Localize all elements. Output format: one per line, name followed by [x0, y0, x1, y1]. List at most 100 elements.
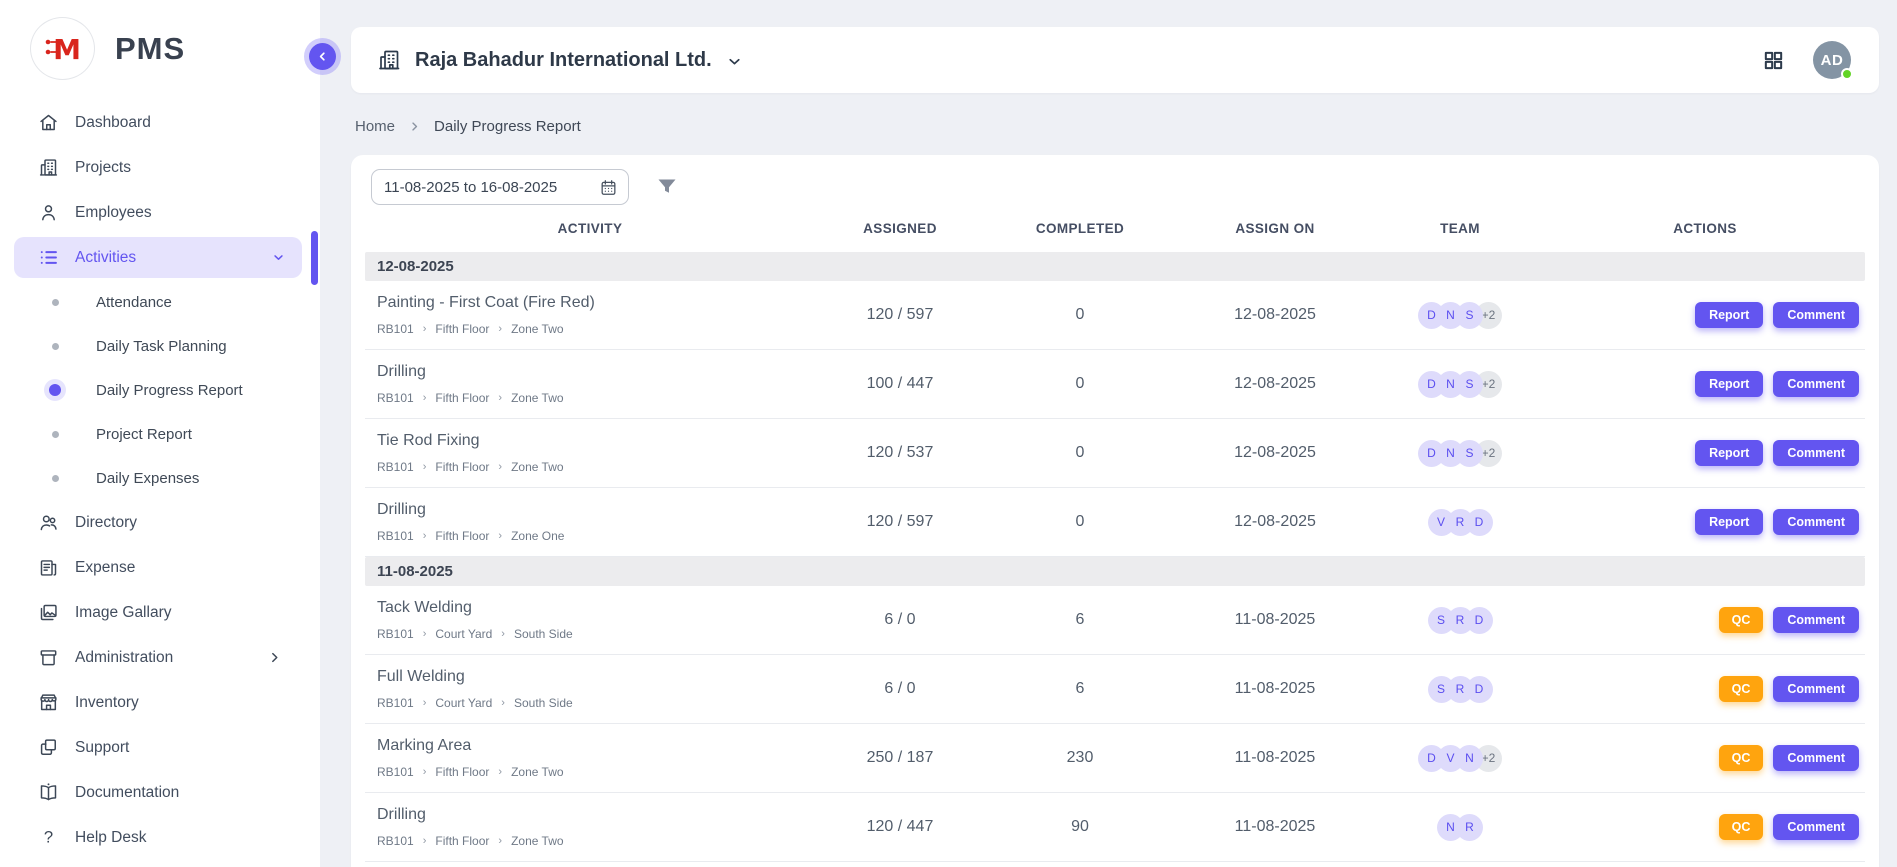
qc-button[interactable]: QC: [1719, 745, 1764, 771]
sidebar-item-label: Support: [75, 739, 129, 757]
svg-text:?: ?: [44, 827, 53, 846]
table-row: Tack Welding RB101›Court Yard›South Side…: [365, 586, 1865, 655]
sidebar-item-administration[interactable]: Administration: [0, 635, 320, 680]
path-segment: Zone Two: [511, 460, 563, 474]
team-avatar[interactable]: V: [1428, 509, 1455, 536]
app-name: PMS: [115, 31, 185, 67]
sidebar-subitem-daily-expenses[interactable]: Daily Expenses: [0, 456, 320, 500]
sidebar-subitem-daily-task-planning[interactable]: Daily Task Planning: [0, 324, 320, 368]
table-row: Full Welding RB101›Court Yard›South Side…: [365, 655, 1865, 724]
column-header-actions: ACTIONS: [1545, 221, 1865, 252]
row-actions: Report Comment: [1545, 302, 1865, 328]
sidebar-subitem-attendance[interactable]: Attendance: [0, 280, 320, 324]
completed-value: 0: [985, 375, 1175, 393]
path-separator-icon: ›: [501, 697, 505, 709]
team-avatar[interactable]: S: [1428, 607, 1455, 634]
store-icon: [38, 692, 59, 713]
date-range-input[interactable]: 11-08-2025 to 16-08-2025: [371, 169, 629, 205]
sidebar-collapse-button[interactable]: [309, 43, 336, 70]
sidebar-item-activities[interactable]: Activities: [14, 237, 302, 278]
breadcrumb-item-home[interactable]: Home: [355, 118, 395, 135]
comment-button[interactable]: Comment: [1773, 440, 1859, 466]
activity-cell: Tack Welding RB101›Court Yard›South Side: [365, 599, 815, 641]
comment-button[interactable]: Comment: [1773, 302, 1859, 328]
team-avatar[interactable]: D: [1418, 745, 1445, 772]
qc-button[interactable]: QC: [1719, 607, 1764, 633]
sidebar-item-support[interactable]: Support: [0, 725, 320, 770]
sidebar-item-inventory[interactable]: Inventory: [0, 680, 320, 725]
row-actions: Report Comment: [1545, 509, 1865, 535]
sidebar-subitem-daily-progress-report[interactable]: Daily Progress Report: [0, 368, 320, 412]
path-segment: RB101: [377, 391, 414, 405]
sidebar-item-label: Employees: [75, 204, 152, 222]
path-segment: RB101: [377, 460, 414, 474]
receipt-icon: [38, 557, 59, 578]
filter-funnel-icon[interactable]: [655, 175, 679, 199]
activity-title: Full Welding: [377, 668, 815, 686]
report-button[interactable]: Report: [1695, 371, 1763, 397]
bullet-icon: [48, 299, 62, 306]
comment-button[interactable]: Comment: [1773, 607, 1859, 633]
bullet-icon: [48, 475, 62, 482]
sidebar-item-projects[interactable]: Projects: [0, 145, 320, 190]
comment-button[interactable]: Comment: [1773, 745, 1859, 771]
qc-button[interactable]: QC: [1719, 676, 1764, 702]
book-icon: [38, 782, 59, 803]
path-segment: Court Yard: [435, 696, 492, 710]
activity-path: RB101›Fifth Floor›Zone Two: [377, 391, 815, 405]
sidebar-item-expense[interactable]: Expense: [0, 545, 320, 590]
app-logo: M PMS: [0, 0, 320, 90]
sidebar-item-directory[interactable]: Directory: [0, 500, 320, 545]
path-segment: Zone Two: [511, 391, 563, 405]
path-separator-icon: ›: [423, 323, 427, 335]
path-segment: RB101: [377, 529, 414, 543]
qc-button[interactable]: QC: [1719, 814, 1764, 840]
path-segment: RB101: [377, 696, 414, 710]
team-avatar[interactable]: N: [1437, 814, 1464, 841]
sidebar-item-documentation[interactable]: Documentation: [0, 770, 320, 815]
comment-button[interactable]: Comment: [1773, 676, 1859, 702]
active-nav-indicator: [311, 231, 318, 285]
activity-title: Drilling: [377, 806, 815, 824]
team-avatar[interactable]: D: [1418, 302, 1445, 329]
path-segment: Fifth Floor: [435, 322, 489, 336]
sidebar-item-employees[interactable]: Employees: [0, 190, 320, 235]
completed-value: 0: [985, 513, 1175, 531]
comment-button[interactable]: Comment: [1773, 814, 1859, 840]
column-header-completed: COMPLETED: [985, 221, 1175, 252]
assign-on-value: 12-08-2025: [1175, 306, 1375, 324]
comment-button[interactable]: Comment: [1773, 371, 1859, 397]
team-avatar[interactable]: D: [1418, 371, 1445, 398]
assigned-value: 120 / 597: [815, 306, 985, 324]
group-date-label: 11-08-2025: [377, 563, 453, 580]
activity-title: Painting - First Coat (Fire Red): [377, 294, 815, 312]
path-segment: Court Yard: [435, 627, 492, 641]
activity-path: RB101›Fifth Floor›Zone Two: [377, 460, 815, 474]
report-button[interactable]: Report: [1695, 509, 1763, 535]
path-separator-icon: ›: [498, 392, 502, 404]
team-avatars: DNS+2: [1375, 302, 1545, 329]
comment-button[interactable]: Comment: [1773, 509, 1859, 535]
sidebar-item-help-desk[interactable]: ? Help Desk: [0, 815, 320, 860]
team-avatars: SRD: [1375, 676, 1545, 703]
apps-grid-icon[interactable]: [1762, 49, 1785, 72]
company-selector[interactable]: Raja Bahadur International Ltd.: [377, 48, 743, 72]
path-separator-icon: ›: [423, 392, 427, 404]
user-avatar[interactable]: AD: [1813, 41, 1851, 79]
activity-path: RB101›Fifth Floor›Zone Two: [377, 765, 815, 779]
path-separator-icon: ›: [498, 530, 502, 542]
bullet-icon: [48, 343, 62, 350]
team-avatar[interactable]: S: [1428, 676, 1455, 703]
sidebar-item-dashboard[interactable]: Dashboard: [0, 100, 320, 145]
assign-on-value: 11-08-2025: [1175, 749, 1375, 767]
report-button[interactable]: Report: [1695, 440, 1763, 466]
sidebar-item-label: Projects: [75, 159, 131, 177]
sidebar-subitem-project-report[interactable]: Project Report: [0, 412, 320, 456]
sidebar-item-image-gallary[interactable]: Image Gallary: [0, 590, 320, 635]
row-actions: QC Comment: [1545, 814, 1865, 840]
team-avatar[interactable]: D: [1418, 440, 1445, 467]
column-header-assign-on: ASSIGN ON: [1175, 221, 1375, 252]
table-row: Marking Area RB101›Fifth Floor›Zone Two …: [365, 724, 1865, 793]
path-segment: RB101: [377, 322, 414, 336]
report-button[interactable]: Report: [1695, 302, 1763, 328]
